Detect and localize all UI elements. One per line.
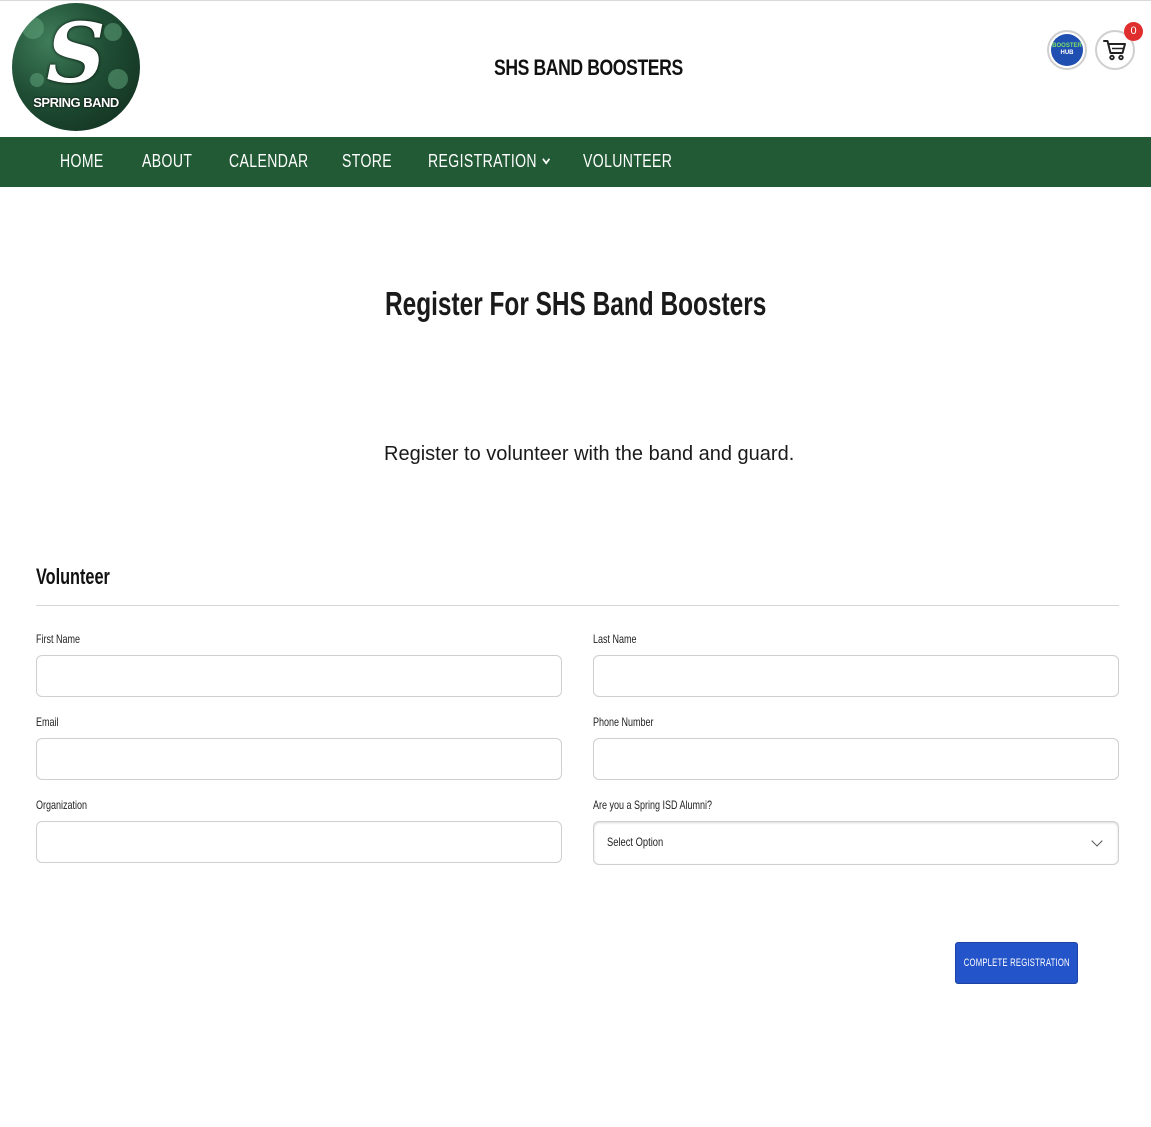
organization-field[interactable] bbox=[36, 821, 562, 863]
booster-hub-button[interactable]: BOOSTER HUB bbox=[1047, 30, 1087, 70]
phone-field[interactable] bbox=[593, 738, 1119, 780]
nav-item-store[interactable]: STORE bbox=[342, 137, 392, 187]
hub-line-1: BOOSTER bbox=[1052, 43, 1082, 49]
site-header: S SPRING BAND SHS BAND BOOSTERS BOOSTER … bbox=[0, 1, 1151, 137]
alumni-select-value: Select Option bbox=[607, 835, 664, 849]
booster-hub-icon: BOOSTER HUB bbox=[1051, 34, 1083, 66]
nav-item-calendar[interactable]: CALENDAR bbox=[229, 137, 309, 187]
last-name-label: Last Name bbox=[593, 632, 637, 646]
cart-count-badge: 0 bbox=[1124, 22, 1143, 41]
page-heading-wrap: Register For SHS Band Boosters bbox=[0, 285, 1151, 323]
section-divider bbox=[36, 605, 1119, 606]
first-name-field[interactable] bbox=[36, 655, 562, 697]
nav-item-about[interactable]: ABOUT bbox=[142, 137, 192, 187]
nav-item-home[interactable]: HOME bbox=[60, 137, 104, 187]
site-title[interactable]: SHS BAND BOOSTERS bbox=[494, 55, 683, 81]
phone-label: Phone Number bbox=[593, 715, 654, 729]
nav-item-registration-label: REGISTRATION bbox=[428, 151, 537, 171]
complete-registration-button[interactable]: COMPLETE REGISTRATION bbox=[955, 942, 1078, 984]
site-logo[interactable]: S SPRING BAND bbox=[12, 3, 140, 131]
chevron-down-icon bbox=[1091, 835, 1103, 847]
first-name-label: First Name bbox=[36, 632, 81, 646]
nav-item-volunteer[interactable]: VOLUNTEER bbox=[583, 137, 672, 187]
logo-text: SPRING BAND bbox=[33, 95, 119, 110]
intro-text: Register to volunteer with the band and … bbox=[384, 443, 795, 465]
main-nav: HOME ABOUT CALENDAR STORE REGISTRATION V… bbox=[0, 137, 1151, 187]
alumni-label: Are you a Spring ISD Alumni? bbox=[593, 798, 713, 812]
chevron-down-icon bbox=[542, 154, 550, 165]
alumni-select[interactable]: Select Option bbox=[593, 821, 1119, 865]
logo-monogram: S bbox=[46, 6, 106, 102]
section-title: Volunteer bbox=[36, 564, 110, 589]
email-label: Email bbox=[36, 715, 59, 729]
hub-line-2: HUB bbox=[1060, 50, 1074, 56]
last-name-field[interactable] bbox=[593, 655, 1119, 697]
organization-label: Organization bbox=[36, 798, 88, 812]
complete-registration-label: COMPLETE REGISTRATION bbox=[963, 957, 1070, 969]
cart-icon bbox=[1103, 40, 1126, 61]
nav-item-registration[interactable]: REGISTRATION bbox=[428, 137, 550, 187]
page-title: Register For SHS Band Boosters bbox=[384, 285, 767, 322]
email-field[interactable] bbox=[36, 738, 562, 780]
